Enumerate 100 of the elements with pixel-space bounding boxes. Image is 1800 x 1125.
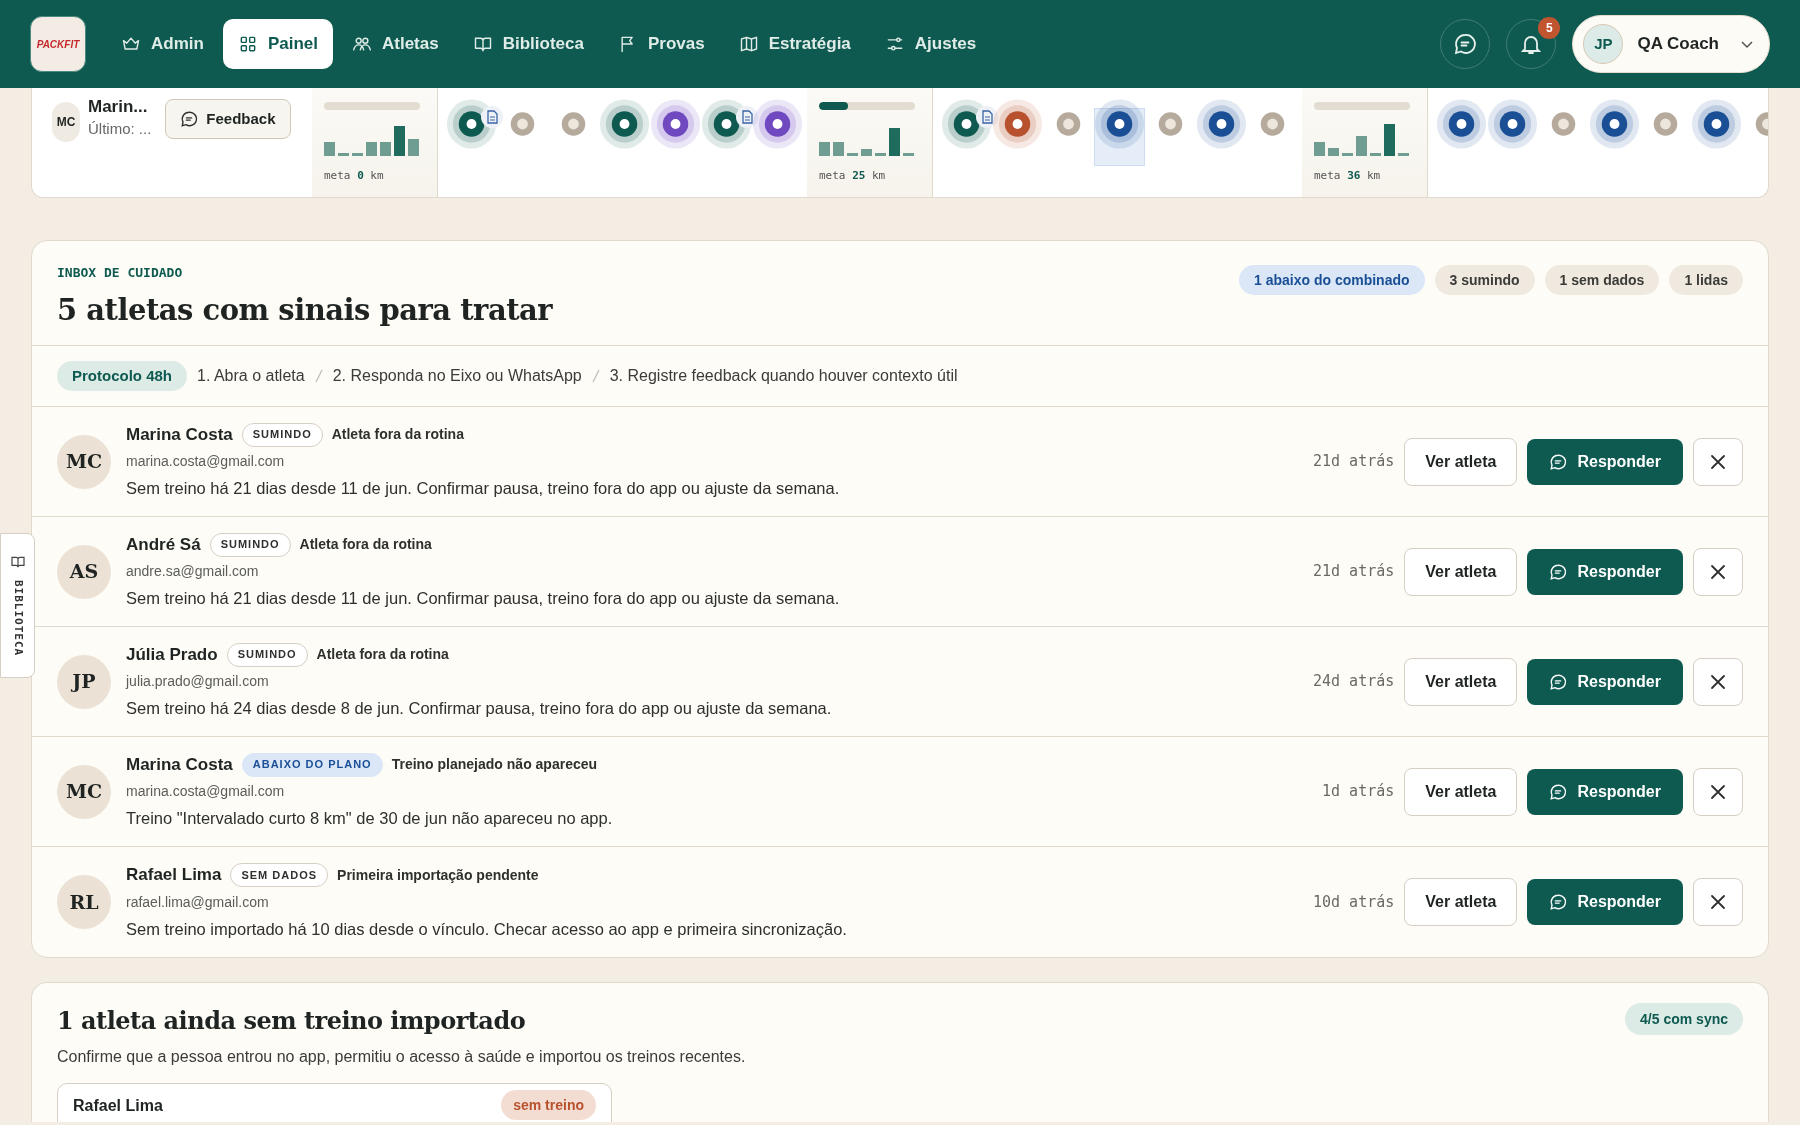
- day-marker[interactable]: [650, 98, 701, 150]
- day-marker[interactable]: [1436, 98, 1487, 150]
- close-icon: [1709, 893, 1727, 911]
- elapsed-time: 21d atrás: [1313, 561, 1395, 583]
- status-tag: SUMINDO: [241, 422, 323, 447]
- athlete-email: marina.costa@gmail.com: [126, 782, 286, 802]
- athlete-name: Rafael Lima: [73, 1096, 163, 1116]
- user-name: QA Coach: [1637, 33, 1719, 56]
- alert-reason: Atleta fora da rotina: [331, 425, 464, 445]
- athlete-email: rafael.lima@gmail.com: [126, 892, 270, 912]
- filter-chip[interactable]: 1 sem dados: [1544, 265, 1660, 295]
- feedback-button[interactable]: Feedback: [165, 99, 291, 139]
- filter-chip[interactable]: 1 abaixo do combinado: [1238, 265, 1425, 295]
- people-icon: [352, 34, 372, 54]
- close-icon: [1709, 672, 1727, 691]
- chat-icon: [180, 110, 199, 128]
- reply-button[interactable]: Responder: [1527, 548, 1683, 595]
- user-menu-button[interactable]: JP QA Coach: [1572, 15, 1770, 73]
- nav-tab[interactable]: Admin: [106, 19, 219, 69]
- dismiss-button[interactable]: [1693, 878, 1743, 926]
- view-athlete-button[interactable]: Ver atleta: [1404, 657, 1518, 706]
- athlete-name: Marin...: [88, 96, 149, 118]
- status-tag: SEM DADOS: [230, 863, 329, 888]
- athlete-avatar: MC: [52, 102, 80, 142]
- alert-reason: Atleta fora da rotina: [299, 535, 432, 555]
- protocol-step: 3. Registre feedback quando houver contexto útil: [609, 364, 958, 388]
- dismiss-button[interactable]: [1693, 657, 1743, 706]
- day-marker[interactable]: [1196, 98, 1247, 150]
- close-icon: [1709, 782, 1727, 801]
- dismiss-button[interactable]: [1693, 437, 1743, 486]
- day-marker[interactable]: [992, 98, 1043, 150]
- messages-button[interactable]: [1440, 19, 1491, 69]
- dismiss-button[interactable]: [1693, 547, 1743, 596]
- last-activity: Último: ...: [88, 119, 152, 139]
- nav-tab[interactable]: Ajustes: [869, 19, 992, 69]
- alert-reason: Primeira importação pendente: [337, 865, 539, 885]
- alert-message: Sem treino há 24 dias desde 8 de jun. Confirmar pausa, treino fora do app ou ajuste da semana.: [126, 698, 832, 720]
- athlete-avatar: MC: [57, 764, 111, 819]
- section-subtitle: Confirme que a pessoa entrou no app, permitiu o acesso à saúde e importou os treinos recentes.: [57, 1047, 746, 1067]
- book-icon: [472, 34, 493, 54]
- athlete-email: marina.costa@gmail.com: [126, 452, 286, 472]
- day-marker[interactable]: [752, 98, 803, 150]
- athlete-email: andre.sa@gmail.com: [126, 562, 260, 582]
- view-athlete-button[interactable]: Ver atleta: [1404, 767, 1518, 816]
- elapsed-time: 21d atrás: [1313, 451, 1395, 473]
- athlete-avatar: MC: [57, 434, 111, 489]
- user-avatar: JP: [1583, 24, 1624, 64]
- reply-button[interactable]: Responder: [1527, 658, 1683, 705]
- athlete-avatar: RL: [57, 875, 111, 929]
- elapsed-time: 24d atrás: [1313, 671, 1395, 693]
- nav-tab[interactable]: Biblioteca: [457, 19, 599, 69]
- chat-icon: [1453, 32, 1478, 56]
- athlete-avatar: AS: [57, 544, 111, 599]
- elapsed-time: 10d atrás: [1313, 891, 1395, 913]
- view-athlete-button[interactable]: Ver atleta: [1404, 878, 1518, 926]
- close-icon: [1709, 452, 1727, 471]
- day-marker[interactable]: [599, 98, 650, 150]
- reply-button[interactable]: Responder: [1527, 768, 1683, 815]
- day-marker[interactable]: [1094, 98, 1145, 150]
- reply-button[interactable]: Responder: [1527, 438, 1683, 485]
- notification-badge: 5: [1538, 17, 1561, 39]
- elapsed-time: 1d atrás: [1322, 781, 1395, 803]
- alert-message: Sem treino há 21 dias desde 11 de jun. Confirmar pausa, treino fora do app ou ajuste da semana.: [126, 588, 840, 610]
- section-title: 5 atletas com sinais para tratar: [57, 291, 553, 329]
- chat-icon: [1549, 452, 1568, 471]
- slash-separator-icon: [591, 369, 600, 383]
- section-eyebrow: INBOX DE CUIDADO: [57, 264, 184, 282]
- dismiss-button[interactable]: [1693, 767, 1743, 816]
- map-icon: [738, 34, 759, 54]
- alert-message: Sem treino importado há 10 dias desde o vínculo. Checar acesso ao app e primeira sincronização.: [126, 918, 847, 940]
- goal-label: meta 0 km: [324, 168, 385, 184]
- nav-tab[interactable]: Estratégia: [723, 19, 866, 69]
- close-icon: [1709, 562, 1727, 581]
- day-marker[interactable]: [1589, 98, 1640, 150]
- athlete-avatar: JP: [57, 654, 111, 709]
- nav-tab[interactable]: Provas: [602, 19, 720, 69]
- view-athlete-button[interactable]: Ver atleta: [1404, 547, 1518, 596]
- filter-chip[interactable]: 3 sumindo: [1434, 265, 1535, 295]
- nav-tab[interactable]: Atletas: [337, 19, 454, 69]
- day-marker[interactable]: [1691, 98, 1742, 150]
- filter-chip[interactable]: 1 lidas: [1669, 265, 1743, 295]
- slash-separator-icon: [314, 369, 323, 383]
- protocol-step: 1. Abra o atleta: [197, 364, 305, 388]
- day-marker[interactable]: [1487, 98, 1538, 150]
- alert-message: Sem treino há 21 dias desde 11 de jun. Confirmar pausa, treino fora do app ou ajuste da semana.: [126, 478, 840, 500]
- goal-label: meta 25 km: [819, 168, 887, 184]
- side-library-tab[interactable]: BIBLIOTECA: [0, 533, 35, 678]
- nav-tab[interactable]: Painel: [222, 19, 333, 69]
- reply-button[interactable]: Responder: [1527, 879, 1683, 925]
- app-logo[interactable]: PACKFIT: [30, 16, 86, 72]
- section-title: 1 atleta ainda sem treino importado: [57, 1005, 527, 1037]
- chat-icon: [1549, 562, 1568, 581]
- status-tag: ABAIXO DO PLANO: [241, 752, 383, 777]
- protocol-badge: Protocolo 48h: [57, 361, 187, 391]
- chat-icon: [1549, 672, 1568, 691]
- alert-reason: Treino planejado não apareceu: [391, 755, 598, 775]
- goal-label: meta 36 km: [1314, 168, 1382, 184]
- athlete-email: julia.prado@gmail.com: [126, 672, 270, 692]
- athlete-name: Marina Costa: [126, 753, 233, 776]
- view-athlete-button[interactable]: Ver atleta: [1404, 437, 1518, 486]
